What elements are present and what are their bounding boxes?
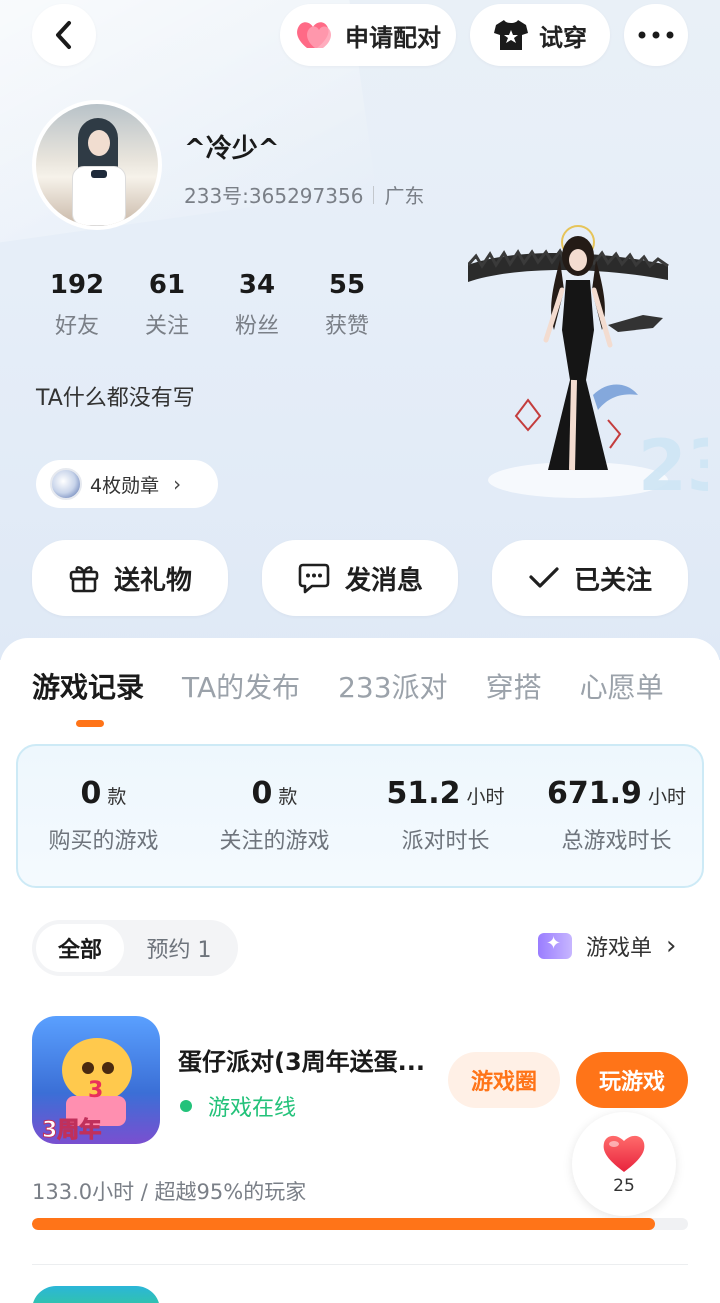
summary-party-time: 51.2 小时 派对时长 bbox=[360, 746, 531, 886]
chevron-right-icon: › bbox=[173, 472, 182, 496]
user-location: 广东 bbox=[384, 184, 425, 208]
summary-value: 0 bbox=[80, 776, 102, 811]
game-summary-card: 0款 购买的游戏 0款 关注的游戏 51.2 小时 派对时长 671.9 小时 总游… bbox=[16, 744, 704, 888]
send-message-label: 发消息 bbox=[344, 565, 423, 596]
meta-divider bbox=[373, 185, 375, 204]
tshirt-icon bbox=[494, 20, 528, 50]
profile-stats: 192 好友 61 关注 34 粉丝 55 获赞 bbox=[32, 270, 392, 340]
game-list-label: 游戏单 bbox=[586, 936, 653, 961]
stat-label: 粉丝 bbox=[234, 314, 279, 339]
summary-label: 关注的游戏 bbox=[219, 829, 330, 854]
game-list-link[interactable]: 游戏单 › bbox=[538, 930, 676, 962]
medals-button[interactable]: 4枚勋章 › bbox=[36, 460, 218, 508]
avatar-character-image[interactable]: 233 bbox=[468, 220, 708, 520]
divider bbox=[32, 1264, 688, 1265]
stat-label: 好友 bbox=[54, 314, 99, 339]
tab-wishlist[interactable]: 心愿单 bbox=[580, 666, 664, 706]
game-name[interactable]: 蛋仔派对(3周年送蛋... bbox=[178, 1042, 452, 1077]
summary-unit: 小时 bbox=[466, 786, 505, 808]
tab-233-party[interactable]: 233派对 bbox=[338, 666, 447, 706]
play-time-text: 133.0小时 / 超越95%的玩家 bbox=[32, 1180, 307, 1204]
summary-total-play-time: 671.9 小时 总游戏时长 bbox=[531, 746, 702, 886]
followed-button[interactable]: 已关注 bbox=[492, 540, 688, 616]
progress-fill bbox=[32, 1218, 656, 1230]
summary-label: 总游戏时长 bbox=[561, 829, 672, 854]
tab-posts[interactable]: TA的发布 bbox=[182, 666, 300, 706]
content-panel: 游戏记录 TA的发布 233派对 穿搭 心愿单 0款 购买的游戏 0款 关注的游… bbox=[0, 638, 720, 1303]
game-online-status: 游戏在线 bbox=[178, 1090, 296, 1122]
back-arrow-icon bbox=[56, 21, 71, 49]
online-dot-icon bbox=[180, 1100, 192, 1112]
profile-tabs: 游戏记录 TA的发布 233派对 穿搭 心愿单 bbox=[32, 666, 664, 706]
game-icon-number: 3 bbox=[88, 1078, 104, 1103]
active-tab-indicator bbox=[76, 720, 104, 727]
user-id: 233号:365297356 bbox=[184, 184, 364, 208]
game-icon[interactable]: 3 3周年 bbox=[32, 1016, 160, 1144]
checkmark-icon bbox=[529, 567, 559, 588]
game-list-icon bbox=[538, 933, 572, 959]
summary-value: 51.2 bbox=[386, 776, 461, 811]
gift-icon bbox=[69, 566, 99, 593]
tab-game-records[interactable]: 游戏记录 bbox=[32, 666, 144, 706]
send-message-button[interactable]: 发消息 bbox=[262, 540, 458, 616]
like-button[interactable]: 25 bbox=[572, 1112, 676, 1216]
filter-all[interactable]: 全部 bbox=[36, 924, 124, 972]
stat-value: 34 bbox=[238, 270, 276, 300]
username: ^冷少^ bbox=[184, 134, 280, 164]
stat-value: 61 bbox=[148, 270, 186, 300]
summary-value: 0 bbox=[251, 776, 273, 811]
stat-likes[interactable]: 55 获赞 bbox=[302, 270, 392, 340]
apply-pair-button[interactable]: 申请配对 bbox=[280, 4, 456, 66]
svg-text:233: 233 bbox=[638, 425, 708, 507]
user-bio: TA什么都没有写 bbox=[36, 386, 195, 411]
stat-fans[interactable]: 34 粉丝 bbox=[212, 270, 302, 340]
summary-label: 派对时长 bbox=[401, 829, 490, 854]
next-game-icon[interactable] bbox=[32, 1286, 160, 1303]
stat-label: 关注 bbox=[144, 314, 189, 339]
tab-outfits[interactable]: 穿搭 bbox=[486, 666, 542, 706]
stat-value: 192 bbox=[49, 270, 105, 300]
more-options-button[interactable] bbox=[624, 4, 688, 66]
medals-label: 4枚勋章 bbox=[90, 474, 160, 497]
stat-following[interactable]: 61 关注 bbox=[122, 270, 212, 340]
heart-icon bbox=[603, 1135, 645, 1172]
send-gift-button[interactable]: 送礼物 bbox=[32, 540, 228, 616]
game-filter-toggle: 全部 预约 1 bbox=[32, 920, 238, 976]
like-count: 25 bbox=[613, 1176, 635, 1196]
user-avatar[interactable] bbox=[32, 100, 162, 230]
summary-purchased: 0款 购买的游戏 bbox=[18, 746, 189, 886]
stat-label: 获赞 bbox=[324, 314, 369, 339]
avatar-photo bbox=[36, 104, 158, 226]
followed-label: 已关注 bbox=[573, 565, 652, 596]
heart-pair-icon bbox=[297, 22, 331, 48]
medal-badge-icon bbox=[50, 468, 82, 500]
game-icon-text: 3周年 bbox=[41, 1118, 102, 1144]
summary-label: 购买的游戏 bbox=[48, 829, 159, 854]
user-meta: 233号:365297356 广东 bbox=[184, 180, 424, 209]
play-game-button[interactable]: 玩游戏 bbox=[576, 1052, 688, 1108]
game-status-label: 游戏在线 bbox=[208, 1096, 297, 1121]
stat-value: 55 bbox=[328, 270, 366, 300]
chat-bubble-icon bbox=[298, 563, 330, 594]
summary-unit: 款 bbox=[107, 786, 127, 808]
stat-friends[interactable]: 192 好友 bbox=[32, 270, 122, 340]
summary-followed-games: 0款 关注的游戏 bbox=[189, 746, 360, 886]
summary-unit: 小时 bbox=[647, 786, 686, 808]
filter-reserved[interactable]: 预约 1 bbox=[124, 924, 234, 972]
play-time-progress-bar bbox=[32, 1218, 688, 1230]
summary-unit: 款 bbox=[278, 786, 298, 808]
back-button[interactable] bbox=[32, 4, 96, 66]
chevron-right-icon: › bbox=[666, 931, 677, 961]
game-circle-button[interactable]: 游戏圈 bbox=[448, 1052, 560, 1108]
try-on-label: 试穿 bbox=[539, 23, 587, 52]
try-on-button[interactable]: 试穿 bbox=[470, 4, 610, 66]
summary-value: 671.9 bbox=[547, 776, 642, 811]
more-dots-icon bbox=[638, 31, 674, 39]
send-gift-label: 送礼物 bbox=[113, 565, 192, 596]
apply-pair-label: 申请配对 bbox=[345, 23, 441, 52]
